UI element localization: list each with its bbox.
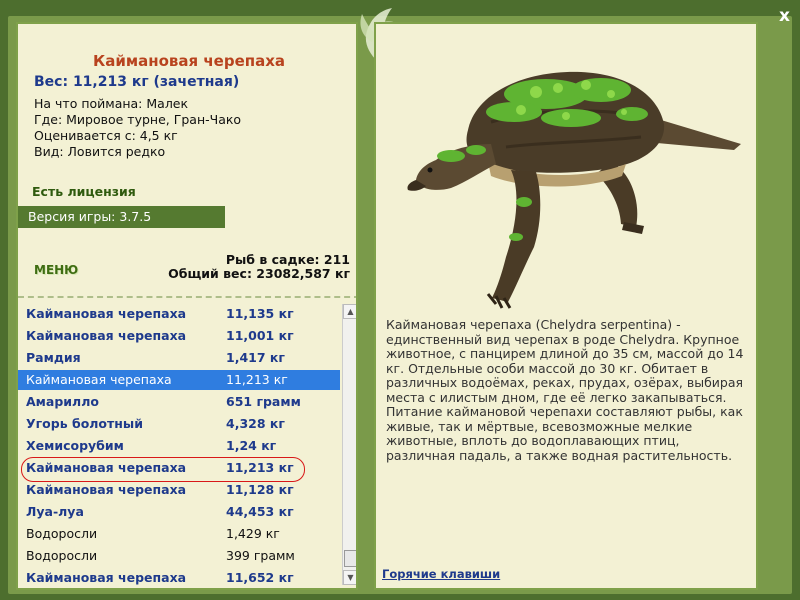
bait-info: На что поймана: Малек bbox=[34, 96, 189, 111]
catch-weight: 1,417 кг bbox=[226, 350, 285, 365]
catch-weight: 11,213 кг bbox=[226, 460, 294, 475]
catch-list: Каймановая черепаха 11,135 кг Каймановая ч… bbox=[18, 302, 340, 588]
catch-name: Водоросли bbox=[26, 526, 98, 541]
catch-name: Каймановая черепаха bbox=[26, 328, 187, 343]
catch-weight: 651 грамм bbox=[226, 394, 301, 409]
catch-name: Рамдия bbox=[26, 350, 81, 365]
catch-weight: 11,001 кг bbox=[226, 328, 294, 343]
catch-name: Каймановая черепаха bbox=[26, 460, 187, 475]
divider bbox=[18, 296, 356, 298]
catch-weight: 11,128 кг bbox=[226, 482, 294, 497]
catch-name: Луа-луа bbox=[26, 504, 84, 519]
hotkeys-link[interactable]: Горячие клавиши bbox=[382, 567, 500, 581]
fish-detail-panel: Каймановая черепаха (Chelydra serpentina… bbox=[374, 22, 758, 590]
catch-weight: 4,328 кг bbox=[226, 416, 285, 431]
catch-name: Каймановая черепаха bbox=[26, 482, 187, 497]
catch-list-row[interactable]: Амарилло 651 грамм bbox=[18, 392, 340, 412]
value-info: Оценивается с: 4,5 кг bbox=[34, 128, 178, 143]
catch-list-row[interactable]: Каймановая черепаха 11,213 кг bbox=[18, 458, 340, 478]
catch-list-row[interactable]: Каймановая черепаха 11,128 кг bbox=[18, 480, 340, 500]
turtle-image bbox=[407, 71, 741, 309]
catch-weight: 1,24 кг bbox=[226, 438, 277, 453]
catch-name: Угорь болотный bbox=[26, 416, 143, 431]
fish-description: Каймановая черепаха (Chelydra serpentina… bbox=[386, 317, 744, 463]
fish-title: Каймановая черепаха bbox=[92, 52, 286, 70]
catch-list-row[interactable]: Каймановая черепаха 11,001 кг bbox=[18, 326, 340, 346]
catch-list-row[interactable]: Водоросли 1,429 кг bbox=[18, 524, 340, 544]
fish-weight: Вес: 11,213 кг (зачетная) bbox=[34, 74, 240, 90]
catch-list-row[interactable]: Водоросли 399 грамм bbox=[18, 546, 340, 566]
catch-name: Хемисорубим bbox=[26, 438, 124, 453]
catch-weight: 11,135 кг bbox=[226, 306, 294, 321]
scroll-down-arrow-icon[interactable]: ▼ bbox=[343, 570, 356, 585]
catch-weight: 1,429 кг bbox=[226, 526, 280, 541]
scroll-thumb[interactable] bbox=[344, 550, 356, 567]
version-bar: Версия игры: 3.7.5 bbox=[18, 206, 225, 228]
catch-list-row[interactable]: Каймановая черепаха 11,213 кг bbox=[18, 370, 340, 390]
catch-weight: 11,213 кг bbox=[226, 372, 288, 387]
catch-list-row[interactable]: Хемисорубим 1,24 кг bbox=[18, 436, 340, 456]
scroll-up-arrow-icon[interactable]: ▲ bbox=[343, 304, 356, 319]
catch-name: Каймановая черепаха bbox=[26, 306, 187, 321]
list-scrollbar[interactable]: ▲ ▼ bbox=[342, 304, 356, 585]
menu-button[interactable]: МЕНЮ bbox=[34, 263, 78, 277]
fish-info-panel: Каймановая черепаха Вес: 11,213 кг (заче… bbox=[16, 22, 358, 590]
keepnet-count: Рыб в садке: 211 bbox=[225, 252, 350, 267]
catch-name: Каймановая черепаха bbox=[26, 570, 187, 585]
catch-weight: 11,652 кг bbox=[226, 570, 294, 585]
catch-name: Водоросли bbox=[26, 548, 98, 563]
catch-list-row[interactable]: Каймановая черепаха 11,652 кг bbox=[18, 568, 340, 588]
rarity-info: Вид: Ловится редко bbox=[34, 144, 166, 159]
catch-weight: 399 грамм bbox=[226, 548, 295, 563]
catch-weight: 44,453 кг bbox=[226, 504, 294, 519]
app-frame: x Каймановая черепаха Вес: 11,213 кг (за… bbox=[0, 0, 800, 600]
location-info: Где: Мировое турне, Гран-Чако bbox=[34, 112, 242, 127]
keepnet-summary: Рыб в садке: 211 Общий вес: 23082,587 кг bbox=[168, 253, 350, 281]
catch-list-row[interactable]: Рамдия 1,417 кг bbox=[18, 348, 340, 368]
catch-list-row[interactable]: Луа-луа 44,453 кг bbox=[18, 502, 340, 522]
license-status: Есть лицензия bbox=[32, 184, 136, 199]
catch-list-row[interactable]: Угорь болотный 4,328 кг bbox=[18, 414, 340, 434]
close-button[interactable]: x bbox=[779, 6, 790, 26]
keepnet-total-weight: Общий вес: 23082,587 кг bbox=[168, 266, 350, 281]
catch-name: Каймановая черепаха bbox=[26, 372, 172, 387]
catch-name: Амарилло bbox=[26, 394, 99, 409]
catch-list-row[interactable]: Каймановая черепаха 11,135 кг bbox=[18, 304, 340, 324]
